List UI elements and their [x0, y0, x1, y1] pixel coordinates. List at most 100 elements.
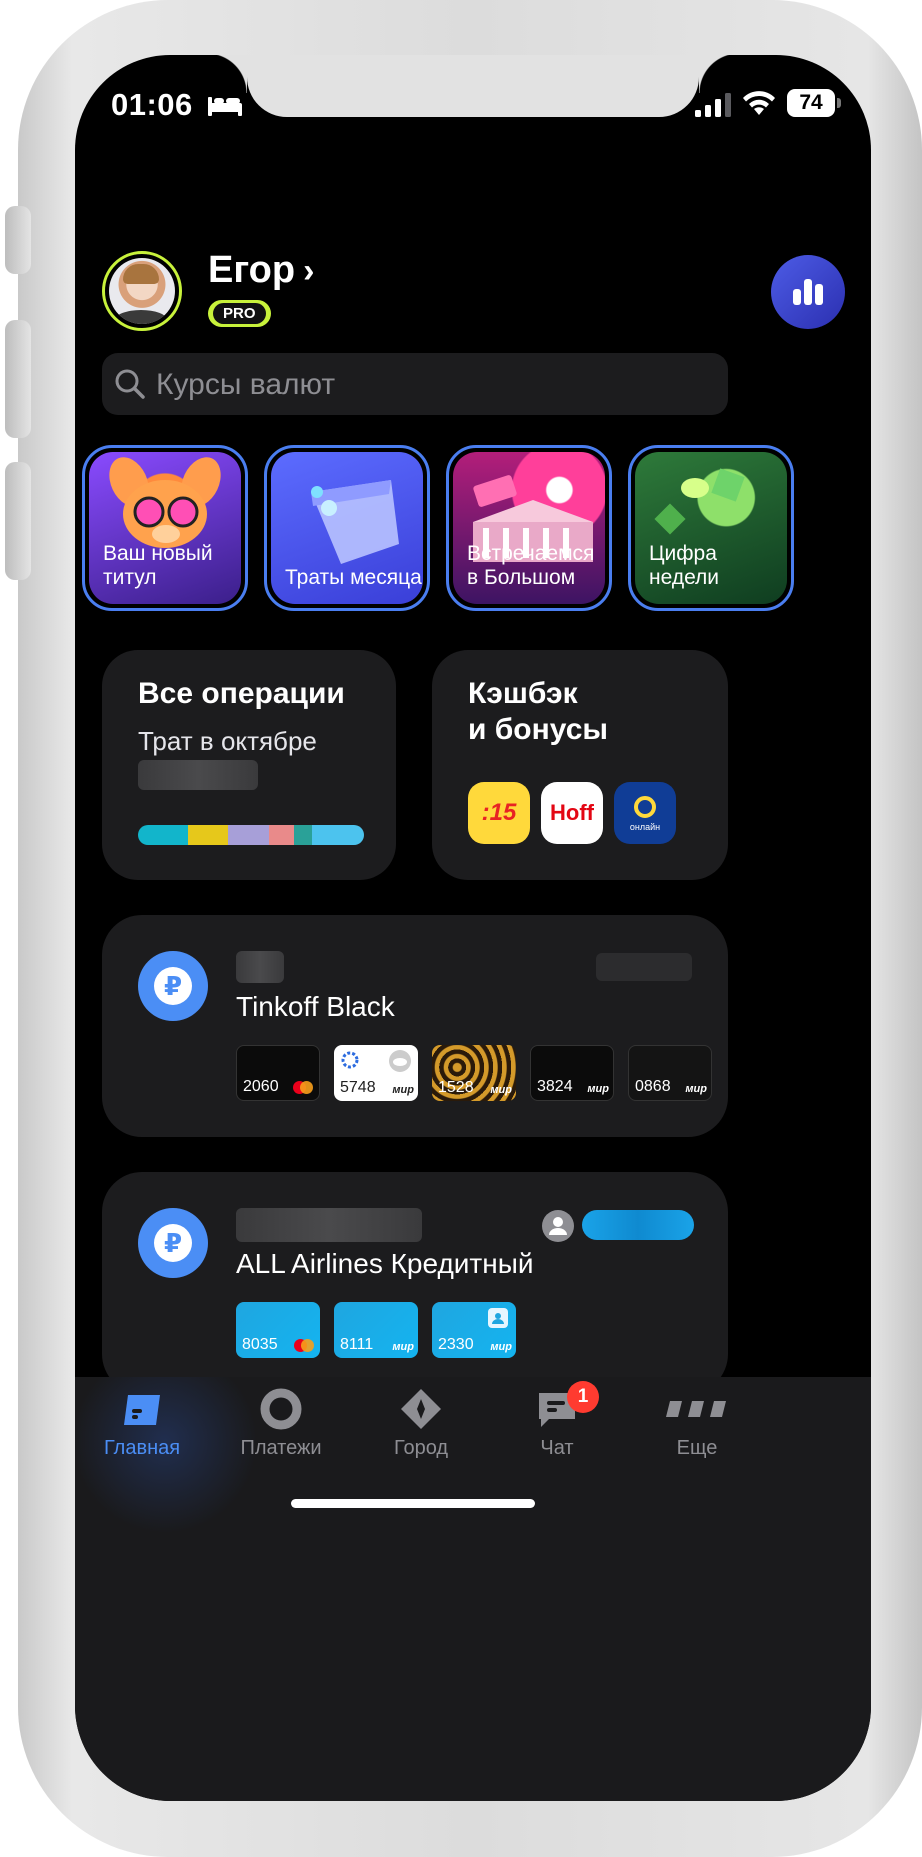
- search-icon: [115, 369, 145, 399]
- cloud-icon: [389, 1050, 411, 1072]
- ruble-account-icon: ₽: [138, 951, 208, 1021]
- spend-segment: [269, 825, 294, 845]
- mastercard-icon: [293, 1081, 313, 1094]
- account-all-airlines[interactable]: ₽ ALL Airlines Кредитный 8035 8111 мир 2…: [102, 1172, 728, 1394]
- spend-segment: [138, 825, 188, 845]
- home-card-icon: [124, 1395, 160, 1425]
- hidden-balance: [236, 951, 284, 983]
- mute-switch: [5, 206, 31, 274]
- account-tinkoff-black[interactable]: ₽ Tinkoff Black 2060 5748 мир 1528 мир 3…: [102, 915, 728, 1137]
- partner-logo-15[interactable]: :15: [468, 782, 530, 844]
- cashback-tile[interactable]: Кэшбэк и бонусы :15 Hoff онлайн: [432, 650, 728, 880]
- home-indicator[interactable]: [291, 1499, 535, 1508]
- card-last4: 8111: [340, 1336, 374, 1353]
- story-month-spending[interactable]: Траты месяца: [264, 445, 430, 611]
- card-5748[interactable]: 5748 мир: [334, 1045, 418, 1101]
- mastercard-icon: [294, 1339, 314, 1352]
- analytics-button[interactable]: [771, 255, 845, 329]
- tab-label: Чат: [540, 1437, 574, 1459]
- all-operations-tile[interactable]: Все операции Трат в октябре: [102, 650, 396, 880]
- spending-categories-bar: [138, 825, 364, 845]
- card-last4: 5748: [340, 1079, 376, 1096]
- chevron-right-icon: ›: [303, 252, 315, 290]
- story-image: Ваш новый титул: [89, 452, 241, 604]
- mir-logo: мир: [490, 1341, 512, 1353]
- payments-circle-icon: [260, 1388, 302, 1430]
- battery-level: 74: [787, 89, 835, 117]
- volume-down-button: [5, 462, 31, 580]
- operations-subtitle: Трат в октябре: [138, 726, 317, 756]
- story-number-of-week[interactable]: Цифра недели: [628, 445, 794, 611]
- spend-segment: [312, 825, 364, 845]
- profile-name-link[interactable]: Егор ›: [208, 249, 314, 292]
- card-last4: 0868: [635, 1078, 671, 1095]
- ruble-account-icon: ₽: [138, 1208, 208, 1278]
- tab-city[interactable]: Город: [351, 1387, 491, 1460]
- user-badge-icon: [488, 1308, 508, 1328]
- spend-segment: [187, 825, 229, 845]
- spend-segment: [293, 825, 312, 845]
- more-dots-icon: [666, 1401, 726, 1417]
- mir-logo: мир: [392, 1341, 414, 1353]
- story-image: Встречаемся в Большом: [453, 452, 605, 604]
- search-placeholder: Курсы валют: [156, 368, 336, 401]
- tab-bar: Главная Платежи Город Чат 1 Еще: [75, 1377, 871, 1801]
- card-last4: 1528: [438, 1079, 474, 1096]
- gear-badge-icon: [341, 1051, 359, 1069]
- shared-user-icon: [542, 1210, 574, 1242]
- tab-label: Главная: [103, 1437, 181, 1459]
- pro-badge-label: PRO: [213, 303, 266, 324]
- tab-payments[interactable]: Платежи: [211, 1387, 351, 1460]
- volume-up-button: [5, 320, 31, 438]
- card-last4: 2060: [243, 1078, 279, 1095]
- card-8111[interactable]: 8111 мир: [334, 1302, 418, 1358]
- notch: [207, 55, 739, 117]
- mir-logo: мир: [490, 1084, 512, 1096]
- story-label: Встречаемся в Большом: [467, 542, 595, 589]
- tab-more[interactable]: Еще: [627, 1387, 767, 1460]
- tab-chat[interactable]: Чат 1: [487, 1381, 627, 1460]
- story-bolshoi[interactable]: Встречаемся в Большом: [446, 445, 612, 611]
- user-name: Егор: [208, 249, 296, 291]
- cellular-signal-icon: [695, 93, 731, 117]
- story-label: Цифра недели: [649, 542, 720, 589]
- sun-icon: [634, 796, 656, 818]
- operations-title: Все операции: [138, 677, 345, 710]
- bar-chart-icon: [793, 279, 823, 305]
- story-image: Цифра недели: [635, 452, 787, 604]
- story-label: Траты месяца: [285, 566, 422, 589]
- bed-icon: [208, 97, 242, 116]
- tab-label: Еще: [676, 1437, 718, 1459]
- card-last4: 2330: [438, 1336, 474, 1353]
- unread-badge: 1: [567, 1381, 599, 1413]
- tab-label: Платежи: [240, 1437, 322, 1459]
- hidden-spend-amount: [138, 760, 258, 790]
- partner-logo-hoff[interactable]: Hoff: [541, 782, 603, 844]
- tab-home[interactable]: Главная: [75, 1387, 212, 1460]
- card-2060[interactable]: 2060: [236, 1045, 320, 1101]
- battery-cap: [837, 98, 841, 108]
- partner-logo-online[interactable]: онлайн: [614, 782, 676, 844]
- mir-logo: мир: [392, 1084, 414, 1096]
- story-new-title[interactable]: Ваш новый титул: [82, 445, 248, 611]
- card-last4: 3824: [537, 1078, 573, 1095]
- card-2330[interactable]: 2330 мир: [432, 1302, 516, 1358]
- card-last4: 8035: [242, 1336, 278, 1353]
- battery-indicator: 74: [787, 89, 841, 117]
- screen: 01:06 74 Егор › PRO Курсы валют Ваш новы…: [75, 55, 871, 1801]
- card-3824[interactable]: 3824 мир: [530, 1045, 614, 1101]
- account-name: ALL Airlines Кредитный: [236, 1248, 534, 1279]
- account-name: Tinkoff Black: [236, 991, 395, 1022]
- profile-avatar[interactable]: [102, 251, 182, 331]
- card-8035[interactable]: 8035: [236, 1302, 320, 1358]
- pro-badge[interactable]: PRO: [208, 300, 271, 327]
- city-diamond-icon: [401, 1389, 441, 1429]
- wifi-icon: [743, 91, 775, 115]
- card-0868[interactable]: 0868 мир: [628, 1045, 712, 1101]
- mir-logo: мир: [587, 1083, 609, 1095]
- avatar-image: [109, 258, 175, 324]
- spend-segment: [228, 825, 270, 845]
- card-1528[interactable]: 1528 мир: [432, 1045, 516, 1101]
- hidden-limit-pill: [582, 1210, 694, 1240]
- search-input[interactable]: Курсы валют: [102, 353, 728, 415]
